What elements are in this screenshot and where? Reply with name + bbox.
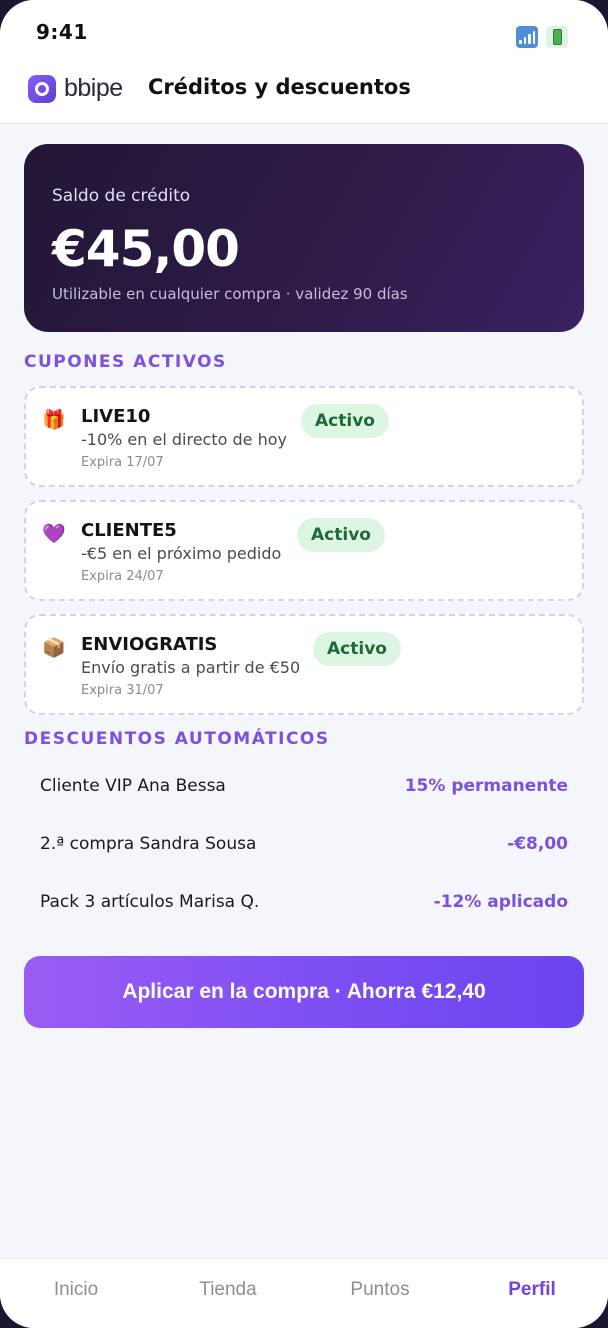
coupon-expiry: Expira 31/07 [81,683,164,698]
nav-item-tienda[interactable]: Tienda [152,1279,304,1301]
status-badge: Activo [301,404,389,438]
discount-row: 2.ª compra Sandra Sousa -€8,00 [40,831,568,861]
coupons-section-title: CUPONES ACTIVOS [24,352,227,372]
logo-text: bbipe [64,74,123,102]
discount-value: 15% permanente [404,776,568,796]
bottom-nav: Inicio Tienda Puntos Perfil [0,1258,608,1328]
purple-heart-icon: 💜 [42,523,66,545]
coupon-card[interactable]: 🎁 LIVE10 -10% en el directo de hoy Expir… [24,386,584,487]
package-icon: 📦 [42,637,66,659]
coupon-code: ENVIOGRATIS [81,634,218,655]
status-time: 9:41 [36,20,88,44]
status-bar: 9:41 [0,0,608,62]
brand-logo[interactable]: bbipe [28,74,123,103]
coupon-card[interactable]: 📦 ENVIOGRATIS Envío gratis a partir de €… [24,614,584,715]
nav-item-perfil[interactable]: Perfil [456,1279,608,1301]
credit-label: Saldo de crédito [52,186,191,206]
coupon-description: -€5 en el próximo pedido [81,544,282,563]
nav-item-inicio[interactable]: Inicio [0,1279,152,1301]
coupon-expiry: Expira 17/07 [81,455,164,470]
coupon-description: Envío gratis a partir de €50 [81,658,301,677]
discount-row: Pack 3 artículos Marisa Q. -12% aplicado [40,889,568,919]
credit-note: Utilizable en cualquier compra · validez… [52,285,408,303]
discount-row: Cliente VIP Ana Bessa 15% permanente [40,773,568,803]
apply-to-purchase-button[interactable]: Aplicar en la compra · Ahorra €12,40 [24,956,584,1028]
gift-icon: 🎁 [42,409,66,431]
nav-item-puntos[interactable]: Puntos [304,1279,456,1301]
discount-label: Cliente VIP Ana Bessa [40,776,226,796]
phone-screen: 9:41 bbipe Créditos y descuentos Saldo d… [0,0,608,1328]
status-badge: Activo [297,518,385,552]
coupon-expiry: Expira 24/07 [81,569,164,584]
signal-icon [516,26,538,48]
credit-amount: €45,00 [52,220,240,278]
coupon-description: -10% en el directo de hoy [81,430,287,449]
credit-balance-card: Saldo de crédito €45,00 Utilizable en cu… [24,144,584,332]
coupon-card[interactable]: 💜 CLIENTE5 -€5 en el próximo pedido Expi… [24,500,584,601]
auto-discounts-section-title: DESCUENTOS AUTOMÁTICOS [24,729,330,749]
status-badge: Activo [313,632,401,666]
discount-value: -12% aplicado [433,892,568,912]
discount-label: 2.ª compra Sandra Sousa [40,834,257,854]
coupon-code: LIVE10 [81,406,151,427]
logo-icon [28,74,56,103]
page-title: Créditos y descuentos [148,75,411,99]
status-icons [516,26,568,48]
coupon-code: CLIENTE5 [81,520,177,541]
discount-label: Pack 3 artículos Marisa Q. [40,892,260,912]
app-header: bbipe Créditos y descuentos [0,62,608,124]
battery-icon [546,26,568,48]
discount-value: -€8,00 [507,834,568,854]
